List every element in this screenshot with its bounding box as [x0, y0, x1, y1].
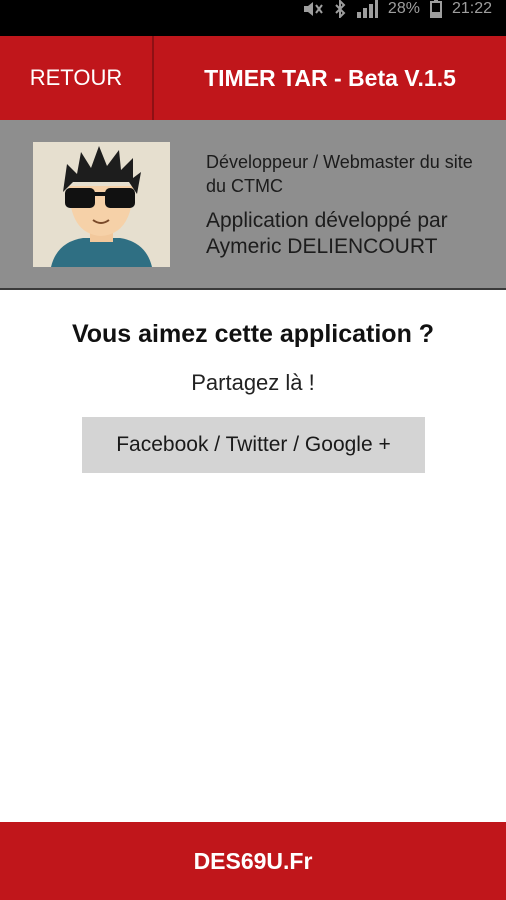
bluetooth-icon — [334, 0, 346, 18]
share-button[interactable]: Facebook / Twitter / Google + — [82, 417, 425, 473]
developer-role: Développeur / Webmaster du site du CTMC — [206, 152, 473, 196]
footer-link[interactable]: DES69U.Fr — [0, 822, 506, 900]
avatar — [33, 142, 170, 267]
developer-panel: Développeur / Webmaster du site du CTMC … — [0, 120, 506, 290]
developer-info: Développeur / Webmaster du site du CTMC … — [206, 150, 496, 260]
status-bar: 28% 21:22 — [0, 0, 506, 36]
app-title: TIMER TAR - Beta V.1.5 — [204, 64, 456, 91]
share-title: Vous aimez cette application ? — [71, 320, 435, 348]
share-subtitle: Partagez là ! — [191, 370, 315, 395]
back-button[interactable]: RETOUR — [0, 36, 152, 120]
battery-percent: 28% — [387, 0, 420, 17]
status-icons: 28% 21:22 — [302, 0, 492, 36]
developer-credit: Application développé par Aymeric DELIEN… — [206, 209, 448, 258]
battery-icon — [429, 0, 442, 18]
app-bar: RETOUR TIMER TAR - Beta V.1.5 — [0, 36, 506, 120]
muted-icon — [302, 0, 324, 18]
status-clock: 21:22 — [451, 0, 492, 17]
signal-icon — [356, 0, 378, 18]
